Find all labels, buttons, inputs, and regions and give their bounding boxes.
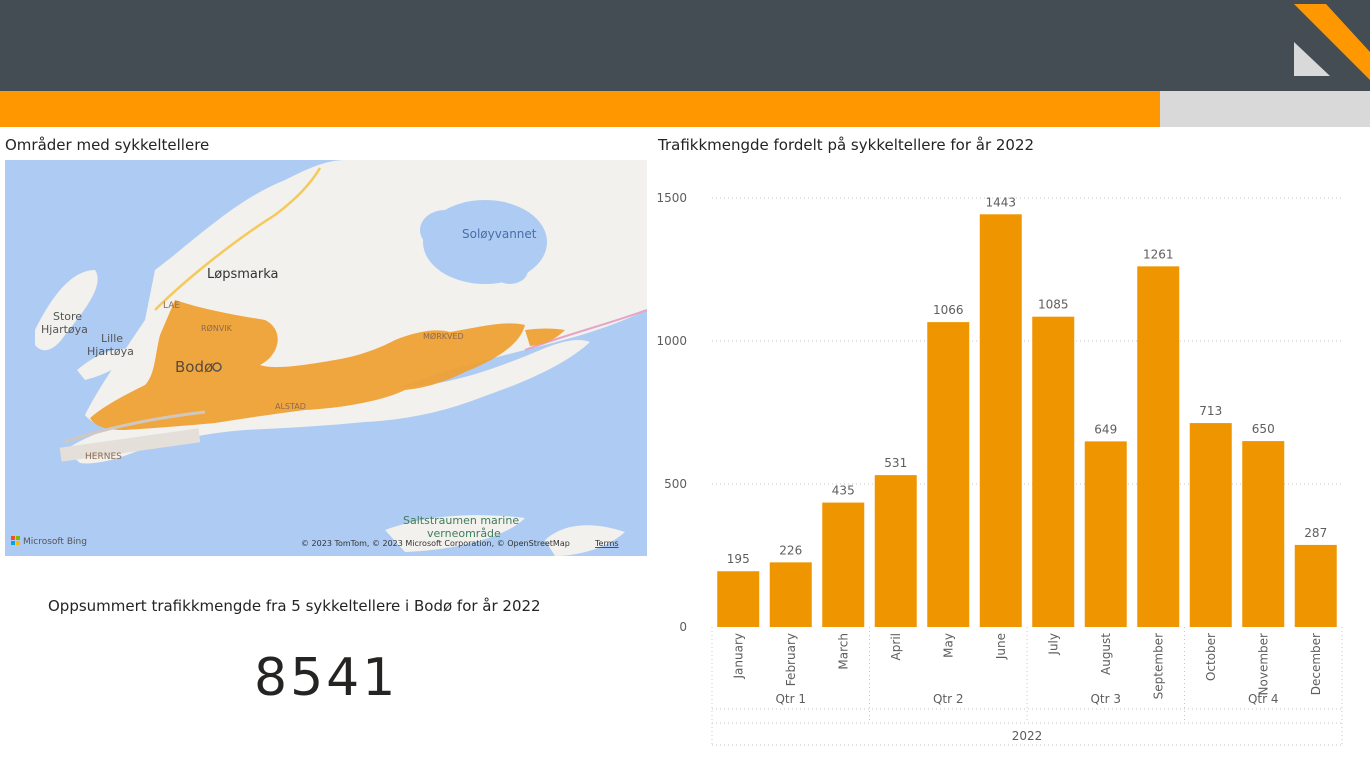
- x-tick-label: August: [1099, 633, 1113, 675]
- x-tick-label: April: [889, 633, 903, 660]
- map-label-ronvik: RØNVIK: [201, 323, 233, 333]
- x-tick-label: February: [784, 633, 798, 686]
- map-label-lille: Lille: [101, 332, 123, 345]
- data-label: 226: [779, 543, 802, 557]
- map-label-lille-hjartoya: Hjartøya: [87, 345, 134, 358]
- map-label-bodo: Bodø: [175, 358, 213, 376]
- bar[interactable]: [822, 502, 865, 627]
- map-title: Områder med sykkeltellere: [5, 136, 210, 154]
- x-tick-label: March: [836, 633, 850, 670]
- logo-icon: [1294, 4, 1370, 80]
- y-tick-label: 1500: [656, 191, 687, 205]
- bar[interactable]: [1137, 266, 1180, 627]
- data-label: 195: [727, 552, 750, 566]
- map-label-morkved: MØRKVED: [423, 331, 464, 341]
- bar[interactable]: [717, 571, 760, 627]
- y-tick-label: 1000: [656, 334, 687, 348]
- bar[interactable]: [769, 562, 812, 627]
- y-tick-label: 500: [664, 477, 687, 491]
- bar[interactable]: [1242, 441, 1285, 627]
- data-label: 287: [1304, 526, 1327, 540]
- quarter-label: Qtr 3: [1090, 692, 1121, 706]
- data-label: 649: [1094, 422, 1117, 436]
- quarter-label: Qtr 1: [775, 692, 806, 706]
- x-tick-label: January: [731, 633, 745, 680]
- data-label: 1261: [1143, 247, 1174, 261]
- y-tick-label: 0: [679, 620, 687, 634]
- map-terms-link[interactable]: Terms: [594, 539, 619, 548]
- data-label: 435: [832, 484, 855, 498]
- map-label-lopsmarka: Løpsmarka: [207, 267, 278, 282]
- x-tick-label: July: [1046, 633, 1060, 656]
- data-label: 713: [1199, 404, 1222, 418]
- bar[interactable]: [1189, 423, 1232, 627]
- data-label: 1085: [1038, 298, 1069, 312]
- bar-chart: 0 500 1000 1500 195 January 226 February 435 Marc…: [656, 191, 1343, 746]
- map-label-soloyvannet: Soløyvannet: [462, 227, 537, 241]
- data-label: 531: [884, 456, 907, 470]
- header-bar: [0, 0, 1370, 91]
- bar[interactable]: [927, 322, 970, 627]
- bing-text: Microsoft Bing: [23, 537, 87, 547]
- data-label: 1066: [933, 303, 964, 317]
- year-label: 2022: [1012, 729, 1043, 743]
- summary-title: Oppsummert trafikkmengde fra 5 sykkeltel…: [48, 597, 541, 615]
- bar[interactable]: [1084, 441, 1127, 627]
- bar[interactable]: [1294, 544, 1337, 627]
- accent-strip: [0, 91, 1160, 127]
- bar[interactable]: [979, 214, 1022, 627]
- grey-strip: [1160, 91, 1370, 127]
- x-tick-label: November: [1256, 633, 1270, 695]
- map-label-store-hjartoya: Hjartøya: [41, 323, 88, 336]
- x-tick-label: December: [1309, 633, 1323, 695]
- data-label: 1443: [985, 195, 1016, 209]
- map-attribution: © 2023 TomTom, © 2023 Microsoft Corporat…: [301, 539, 570, 548]
- map-label-lae: LAE: [163, 301, 180, 311]
- kpi-value: 8541: [254, 648, 399, 708]
- x-tick-label: September: [1151, 633, 1165, 699]
- map-visual[interactable]: Soløyvannet Løpsmarka Store Hjartøya Lil…: [5, 160, 647, 556]
- map-label-saltstraumen-1: Saltstraumen marine: [403, 514, 519, 527]
- x-tick-label: October: [1204, 633, 1218, 681]
- x-tick-label: May: [941, 633, 955, 658]
- bar[interactable]: [1032, 316, 1075, 627]
- quarter-label: Qtr 2: [933, 692, 964, 706]
- chart-title: Trafikkmengde fordelt på sykkeltellere f…: [658, 136, 1035, 154]
- quarter-label: Qtr 4: [1248, 692, 1279, 706]
- map-label-alstad: ALSTAD: [275, 402, 306, 411]
- map-label-hernes: HERNES: [85, 452, 122, 462]
- x-tick-label: June: [994, 633, 1008, 660]
- bar[interactable]: [874, 475, 917, 627]
- map-label-store: Store: [53, 310, 82, 323]
- data-label: 650: [1252, 422, 1275, 436]
